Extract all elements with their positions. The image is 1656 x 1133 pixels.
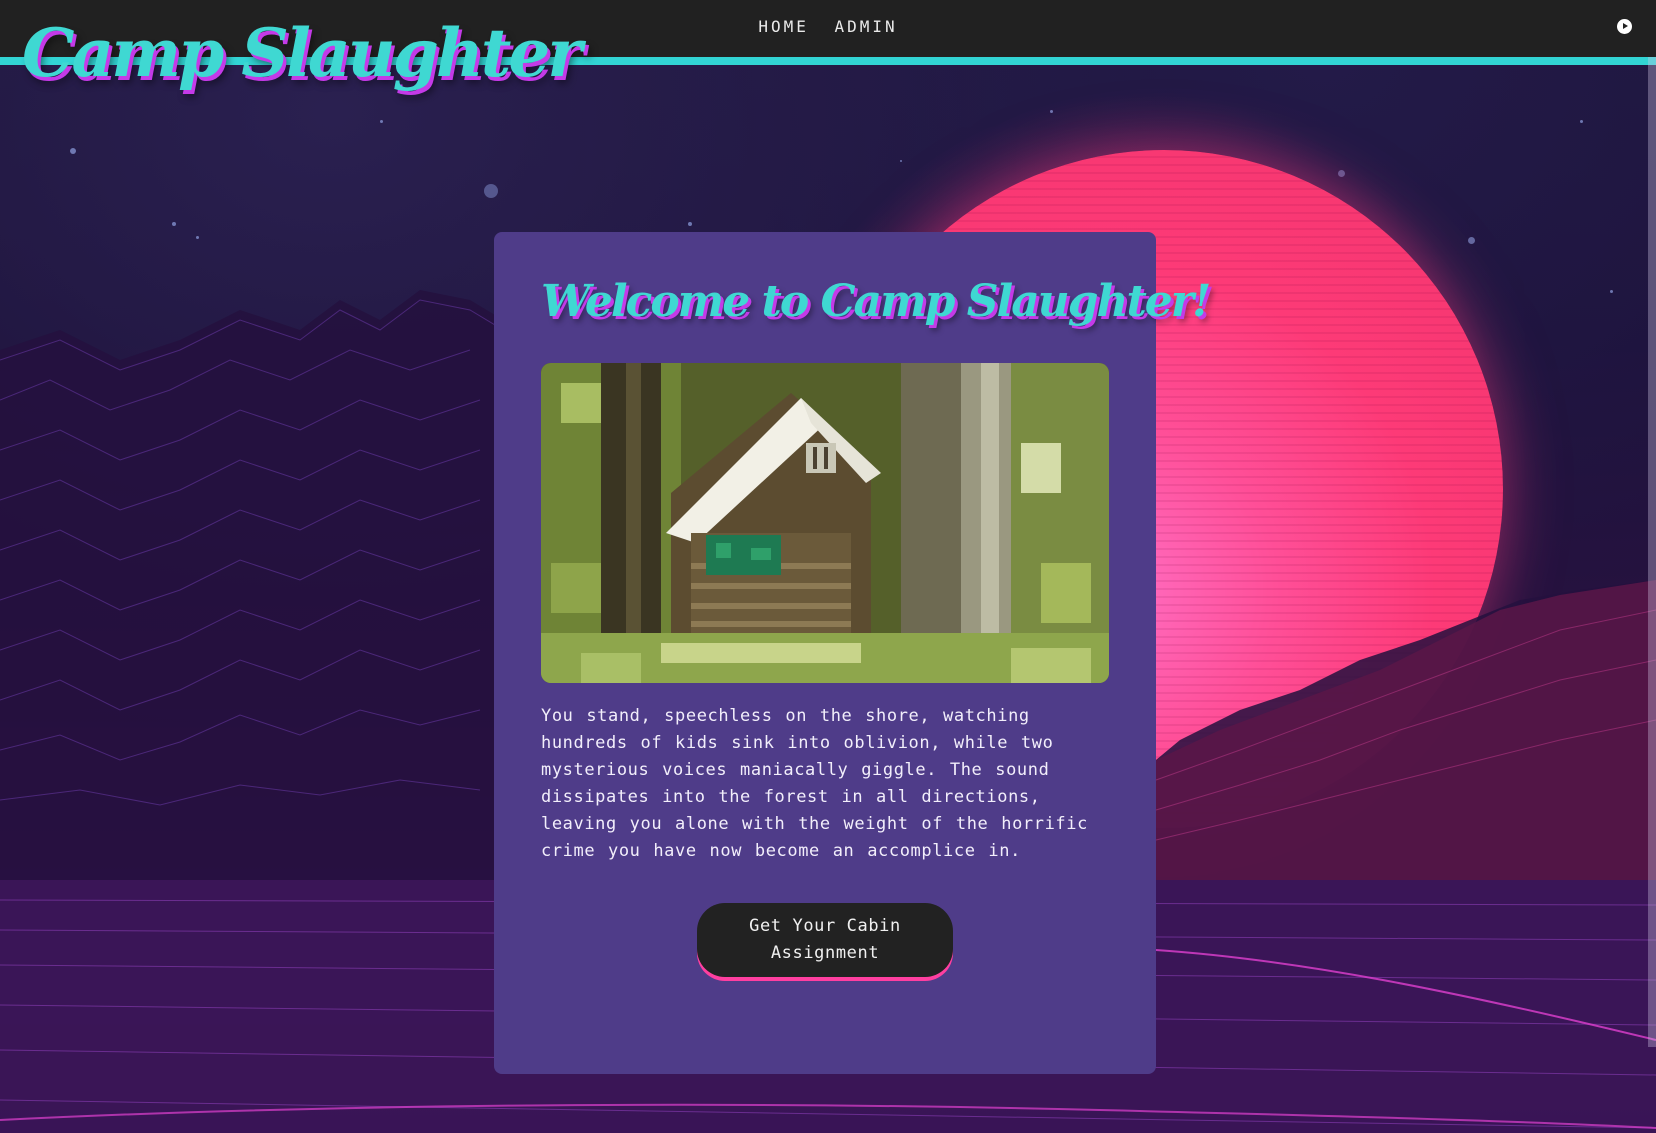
play-circle-icon[interactable] (1617, 19, 1632, 34)
page-title: Welcome to Camp Slaughter! (541, 276, 1211, 327)
site-logo[interactable]: Camp Slaughter (22, 14, 582, 92)
page: HOME ADMIN Camp Slaughter Welcome to Cam… (0, 0, 1656, 1133)
get-cabin-assignment-button[interactable]: Get Your Cabin Assignment (697, 903, 953, 977)
nav-link-home[interactable]: HOME (758, 17, 809, 36)
cta-container: Get Your Cabin Assignment (541, 903, 1109, 977)
scrollbar[interactable] (1648, 57, 1656, 1047)
welcome-card: Welcome to Camp Slaughter! You stand, sp… (494, 232, 1211, 1074)
nav-link-admin[interactable]: ADMIN (835, 17, 898, 36)
cabin-image (541, 363, 1109, 683)
story-text: You stand, speechless on the shore, watc… (541, 706, 1088, 861)
